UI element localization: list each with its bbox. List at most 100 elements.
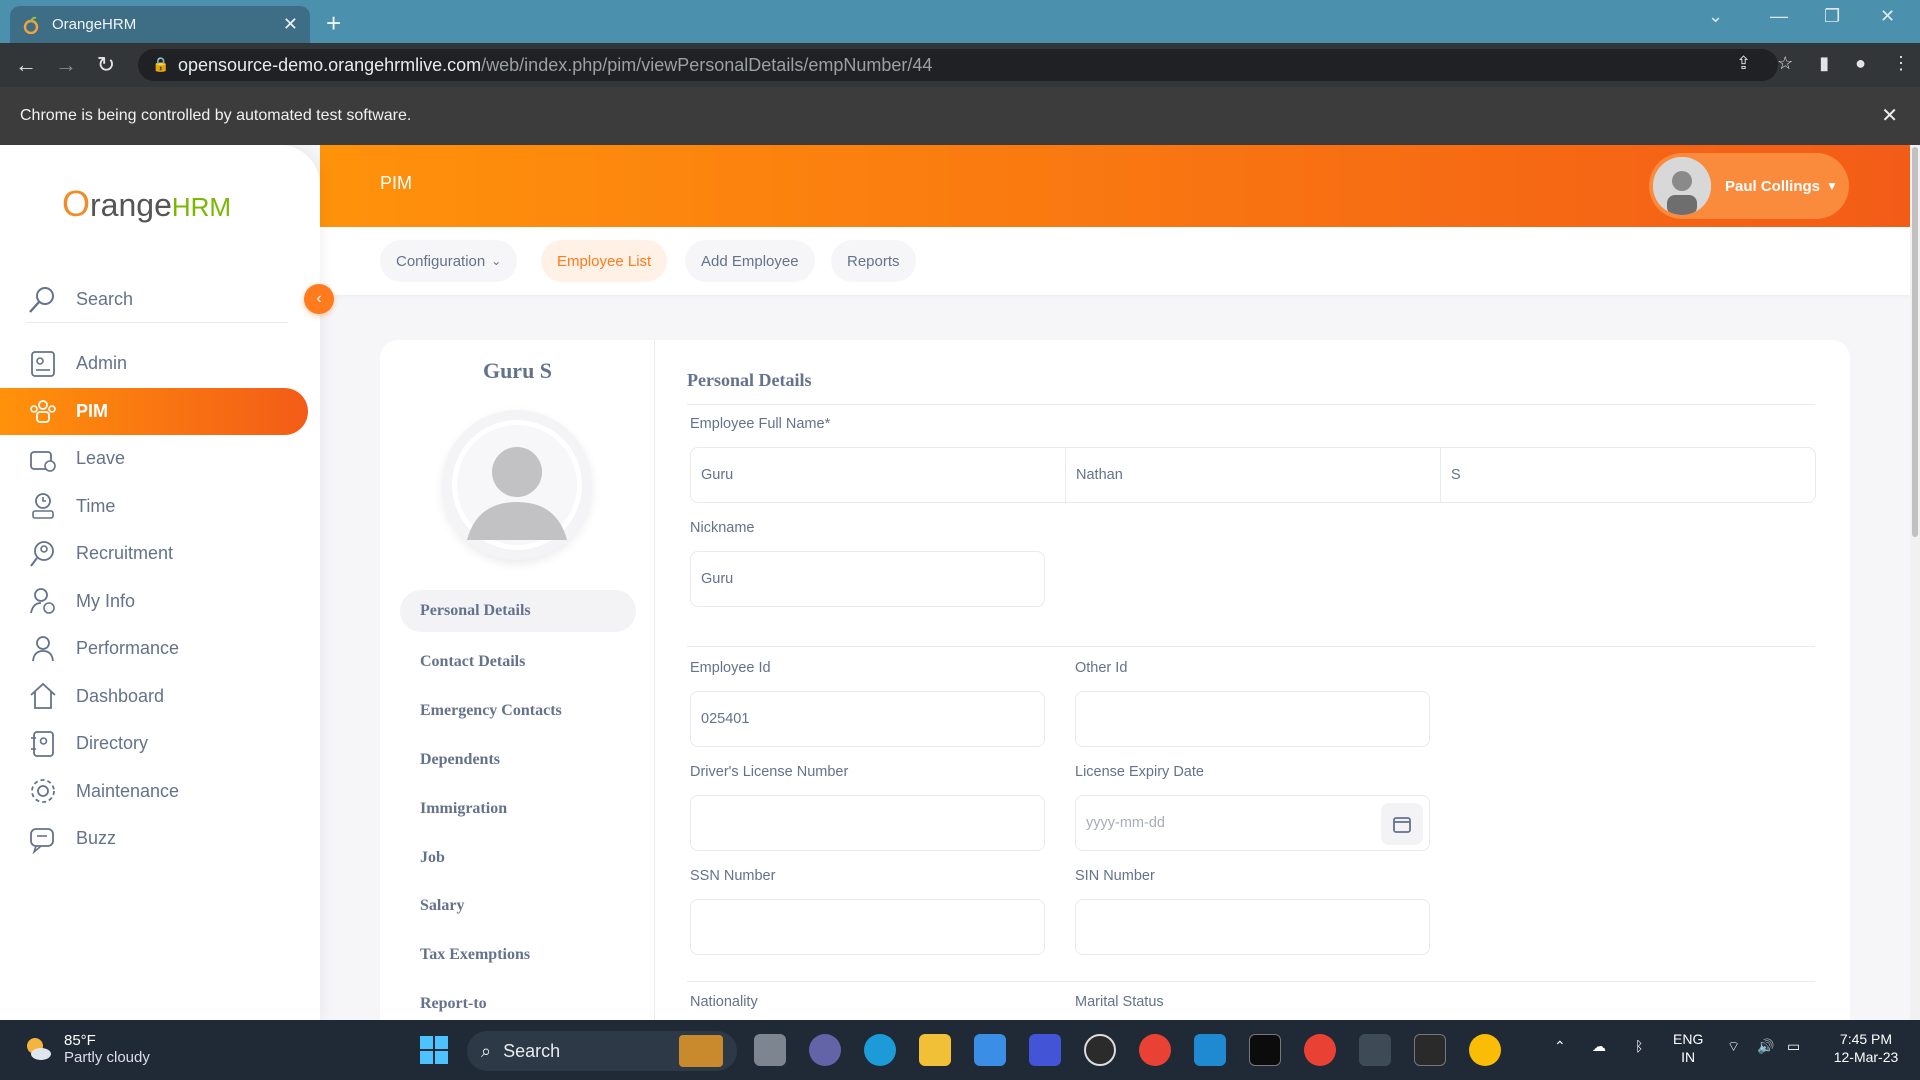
- last-name-input[interactable]: S: [1441, 448, 1815, 502]
- home-icon: [30, 683, 56, 710]
- user-dropdown[interactable]: Paul Collings ▼: [1649, 153, 1849, 219]
- chrome-automation-icon[interactable]: [1304, 1034, 1336, 1066]
- infobar-close-icon[interactable]: ✕: [1881, 103, 1898, 128]
- tab-dependents[interactable]: Dependents: [400, 736, 636, 785]
- sidebar-item-my-info[interactable]: My Info: [0, 578, 320, 626]
- orangehrm-logo[interactable]: OrangeHRM: [62, 183, 231, 225]
- media-player-icon[interactable]: [1084, 1034, 1116, 1066]
- sidebar-item-buzz[interactable]: Buzz: [0, 815, 320, 863]
- terminal-icon[interactable]: [1249, 1034, 1281, 1066]
- sidebar: OrangeHRM Search Admin PIM Leave Time Re…: [0, 145, 320, 1020]
- chevron-up-icon[interactable]: ⌃: [1554, 1038, 1566, 1055]
- address-bar[interactable]: 🔒 opensource-demo.orangehrmlive.com/web/…: [138, 49, 1778, 81]
- sidebar-item-dashboard[interactable]: Dashboard: [0, 673, 320, 721]
- date-placeholder: yyyy-mm-dd: [1086, 815, 1165, 831]
- scrollbar-thumb[interactable]: [1912, 147, 1918, 537]
- tab-job[interactable]: Job: [400, 833, 636, 882]
- tab-search-icon[interactable]: ⌄: [1708, 6, 1723, 27]
- vscode-icon[interactable]: [1194, 1034, 1226, 1066]
- onedrive-icon[interactable]: ☁: [1592, 1038, 1606, 1055]
- search-icon: ⌕: [481, 1040, 492, 1061]
- license-expiry-input[interactable]: yyyy-mm-dd: [1075, 795, 1430, 851]
- tab-employee-list[interactable]: Employee List: [541, 240, 668, 282]
- sidebar-item-label: Leave: [76, 448, 126, 469]
- edge-icon[interactable]: [864, 1034, 896, 1066]
- performance-icon: [32, 635, 54, 661]
- sidebar-item-admin[interactable]: Admin: [0, 340, 320, 388]
- search-icon: [29, 286, 54, 313]
- weather-widget[interactable]: 85°F Partly cloudy: [22, 1032, 150, 1066]
- tab-salary[interactable]: Salary: [400, 882, 636, 931]
- tab-report-to[interactable]: Report-to: [400, 980, 636, 1020]
- share-icon[interactable]: ⇪: [1736, 53, 1751, 74]
- ssn-input[interactable]: [690, 899, 1045, 955]
- section-title: Personal Details: [687, 370, 812, 390]
- side-panel-icon[interactable]: ▮: [1819, 53, 1829, 74]
- sidebar-item-maintenance[interactable]: Maintenance: [0, 768, 320, 816]
- tab-add-employee[interactable]: Add Employee: [685, 240, 815, 282]
- sidebar-item-leave[interactable]: Leave: [0, 435, 320, 483]
- employee-id-input[interactable]: 025401: [690, 691, 1045, 747]
- tab-configuration[interactable]: Configuration ⌄: [380, 240, 518, 282]
- battery-icon[interactable]: ▭: [1787, 1038, 1800, 1055]
- nickname-input[interactable]: Guru: [690, 551, 1045, 607]
- window-close-icon[interactable]: ✕: [1880, 6, 1895, 27]
- other-id-input[interactable]: [1075, 691, 1430, 747]
- tab-reports[interactable]: Reports: [831, 240, 916, 282]
- sidebar-collapse-button[interactable]: ‹: [304, 284, 334, 314]
- sidebar-item-directory[interactable]: Directory: [0, 720, 320, 768]
- bookmark-star-icon[interactable]: ☆: [1777, 53, 1793, 74]
- task-view-icon[interactable]: [754, 1034, 786, 1066]
- photo-editor-icon[interactable]: [1029, 1034, 1061, 1066]
- more-menu-icon[interactable]: ⋮: [1892, 53, 1910, 74]
- leave-icon: [30, 450, 56, 472]
- chrome-profile-icon[interactable]: [1469, 1034, 1501, 1066]
- sin-input[interactable]: [1075, 899, 1430, 955]
- clock-time: 7:45 PM: [1839, 1031, 1893, 1047]
- windows-start-icon[interactable]: [418, 1034, 450, 1066]
- teams-chat-icon[interactable]: [809, 1034, 841, 1066]
- forward-icon[interactable]: →: [46, 52, 86, 78]
- profile-icon[interactable]: ●: [1855, 53, 1866, 74]
- middle-name-input[interactable]: Nathan: [1066, 448, 1441, 502]
- browser-tab[interactable]: OrangeHRM ✕: [10, 6, 310, 43]
- tab-tax-exemptions[interactable]: Tax Exemptions: [400, 931, 636, 980]
- reload-icon[interactable]: ↻: [86, 52, 126, 78]
- language-indicator[interactable]: ENG IN: [1673, 1030, 1703, 1066]
- sidebar-item-pim[interactable]: PIM: [0, 387, 308, 435]
- active-app-icon[interactable]: [1359, 1034, 1391, 1066]
- directory-icon: [31, 730, 54, 757]
- full-name-fields: Guru Nathan S: [690, 447, 1816, 503]
- tab-contact-details[interactable]: Contact Details: [400, 638, 636, 687]
- license-number-input[interactable]: [690, 795, 1045, 851]
- restore-icon[interactable]: ❐: [1824, 6, 1840, 27]
- new-tab-icon[interactable]: +: [326, 8, 341, 39]
- ssn-label: SSN Number: [690, 868, 776, 884]
- tab-title: OrangeHRM: [52, 16, 137, 33]
- chrome-icon[interactable]: [1139, 1034, 1171, 1066]
- tab-immigration[interactable]: Immigration: [400, 784, 636, 833]
- volume-icon[interactable]: 🔊: [1757, 1038, 1774, 1055]
- command-prompt-icon[interactable]: [1414, 1034, 1446, 1066]
- close-tab-icon[interactable]: ✕: [283, 14, 298, 35]
- tab-emergency-contacts[interactable]: Emergency Contacts: [400, 687, 636, 736]
- url-path: /web/index.php/pim/viewPersonalDetails/e…: [481, 54, 933, 75]
- sidebar-item-performance[interactable]: Performance: [0, 625, 320, 673]
- sidebar-item-recruitment[interactable]: Recruitment: [0, 530, 320, 578]
- minimize-icon[interactable]: —: [1770, 6, 1788, 27]
- other-id-label: Other Id: [1075, 660, 1128, 676]
- first-name-input[interactable]: Guru: [691, 448, 1066, 502]
- file-explorer-icon[interactable]: [919, 1034, 951, 1066]
- wifi-icon[interactable]: ⌔: [1727, 1038, 1740, 1056]
- tab-personal-details[interactable]: Personal Details: [400, 590, 636, 632]
- bluetooth-icon[interactable]: ᛒ: [1635, 1038, 1643, 1054]
- sidebar-item-time[interactable]: Time: [0, 483, 320, 531]
- mail-icon[interactable]: [974, 1034, 1006, 1066]
- employee-avatar[interactable]: [442, 410, 592, 560]
- back-icon[interactable]: ←: [6, 52, 46, 78]
- clock[interactable]: 7:45 PM 12-Mar-23: [1820, 1030, 1912, 1066]
- taskbar-search[interactable]: ⌕ Search: [467, 1031, 737, 1071]
- calendar-icon[interactable]: [1381, 803, 1423, 845]
- app-header: PIM Paul Collings ▼: [320, 145, 1910, 227]
- sidebar-search[interactable]: Search: [26, 277, 288, 323]
